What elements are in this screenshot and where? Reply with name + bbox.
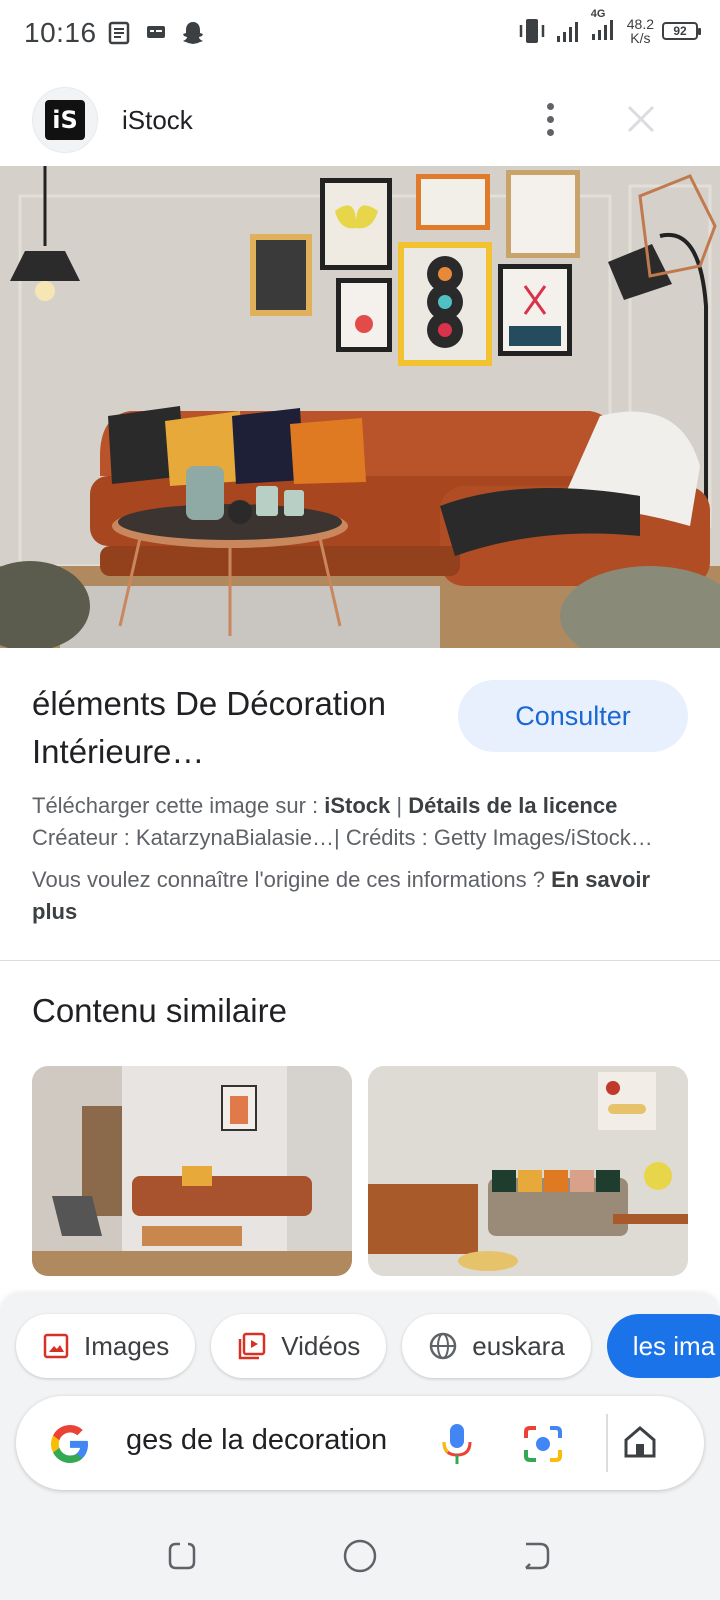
origin-info: Vous voulez connaître l'origine de ces i… <box>32 864 672 928</box>
consult-button[interactable]: Consulter <box>458 680 688 752</box>
mic-icon[interactable] <box>440 1422 474 1466</box>
living-room-photo <box>0 166 720 648</box>
license-info: Télécharger cette image sur : iStock | D… <box>32 790 692 854</box>
news-icon <box>108 21 129 45</box>
chip-label: les ima <box>632 1330 716 1361</box>
search-query[interactable]: ges de la decoration <box>126 1424 426 1457</box>
chip-language[interactable]: euskara <box>402 1314 591 1378</box>
similar-thumbnail[interactable] <box>368 1066 688 1276</box>
download-prefix: Télécharger cette image sur : <box>32 793 325 818</box>
video-icon <box>239 1332 266 1360</box>
signal-icon <box>556 21 578 42</box>
back-icon <box>525 1542 550 1570</box>
image-icon <box>43 1333 69 1359</box>
home-icon[interactable] <box>620 1422 660 1462</box>
origin-question: Vous voulez connaître l'origine de ces i… <box>32 867 552 892</box>
net-speed-value: 48.2 <box>626 15 654 32</box>
network-4g: 4G <box>589 8 619 47</box>
message-icon <box>146 26 165 38</box>
separator: | <box>390 793 409 818</box>
more-options-button[interactable] <box>530 96 570 142</box>
chip-label: euskara <box>472 1330 565 1361</box>
filter-chips: Images Vidéos euskara les ima <box>16 1314 720 1378</box>
lens-camera-icon[interactable] <box>522 1424 564 1464</box>
chip-images[interactable]: Images <box>16 1314 196 1378</box>
vibrate-icon <box>519 18 544 43</box>
search-bar[interactable]: ges de la decoration <box>16 1396 704 1490</box>
notification-icons <box>107 19 207 47</box>
google-logo-icon <box>51 1425 88 1463</box>
chip-label: Vidéos <box>281 1330 361 1361</box>
main-image[interactable] <box>0 166 720 648</box>
recents-icon <box>168 1542 196 1570</box>
chip-label: Images <box>84 1330 170 1361</box>
creator-line: Créateur : KatarzynaBialasie…| Crédits :… <box>32 825 653 850</box>
similar-thumbnail[interactable] <box>32 1066 352 1276</box>
home-nav-button[interactable] <box>338 1534 382 1578</box>
close-button[interactable] <box>616 94 666 144</box>
status-bar: 10:16 4G 48.2 K/s 92 <box>0 0 720 66</box>
snapchat-icon <box>182 22 203 44</box>
similar-image-1 <box>32 1066 352 1276</box>
recents-button[interactable] <box>160 1534 204 1578</box>
battery-icon: 92 <box>662 21 701 40</box>
source-header: iS iStock <box>0 76 720 164</box>
globe-icon <box>430 1332 457 1360</box>
net-speed: 48.2 K/s <box>627 17 654 45</box>
similar-heading: Contenu similaire <box>32 992 287 1029</box>
back-button[interactable] <box>514 1534 558 1578</box>
network-type: 4G <box>590 8 606 20</box>
net-speed-unit: K/s <box>630 29 651 46</box>
status-right: 4G 48.2 K/s 92 <box>517 8 701 47</box>
download-site-link[interactable]: iStock <box>324 793 390 818</box>
dot <box>546 128 554 136</box>
license-details-link[interactable]: Détails de la licence <box>408 793 617 818</box>
chip-videos[interactable]: Vidéos <box>211 1314 387 1378</box>
divider <box>0 960 720 961</box>
dot <box>546 102 554 110</box>
search-divider <box>606 1414 608 1472</box>
close-icon <box>627 105 655 133</box>
source-logo[interactable]: iS <box>32 87 98 153</box>
navigation-bar <box>0 1510 720 1600</box>
status-time: 10:16 <box>24 17 97 48</box>
dot <box>546 115 554 123</box>
chip-related-search[interactable]: les ima <box>606 1314 720 1378</box>
circle-home-icon <box>343 1539 377 1573</box>
istock-logo-icon: iS <box>45 100 85 140</box>
similar-image-2 <box>368 1066 688 1276</box>
download-row: Télécharger cette image sur : iStock | D… <box>32 790 692 822</box>
result-title[interactable]: éléments De Décoration Intérieure… <box>32 680 432 776</box>
source-name[interactable]: iStock <box>122 105 193 136</box>
battery-level: 92 <box>673 23 687 38</box>
